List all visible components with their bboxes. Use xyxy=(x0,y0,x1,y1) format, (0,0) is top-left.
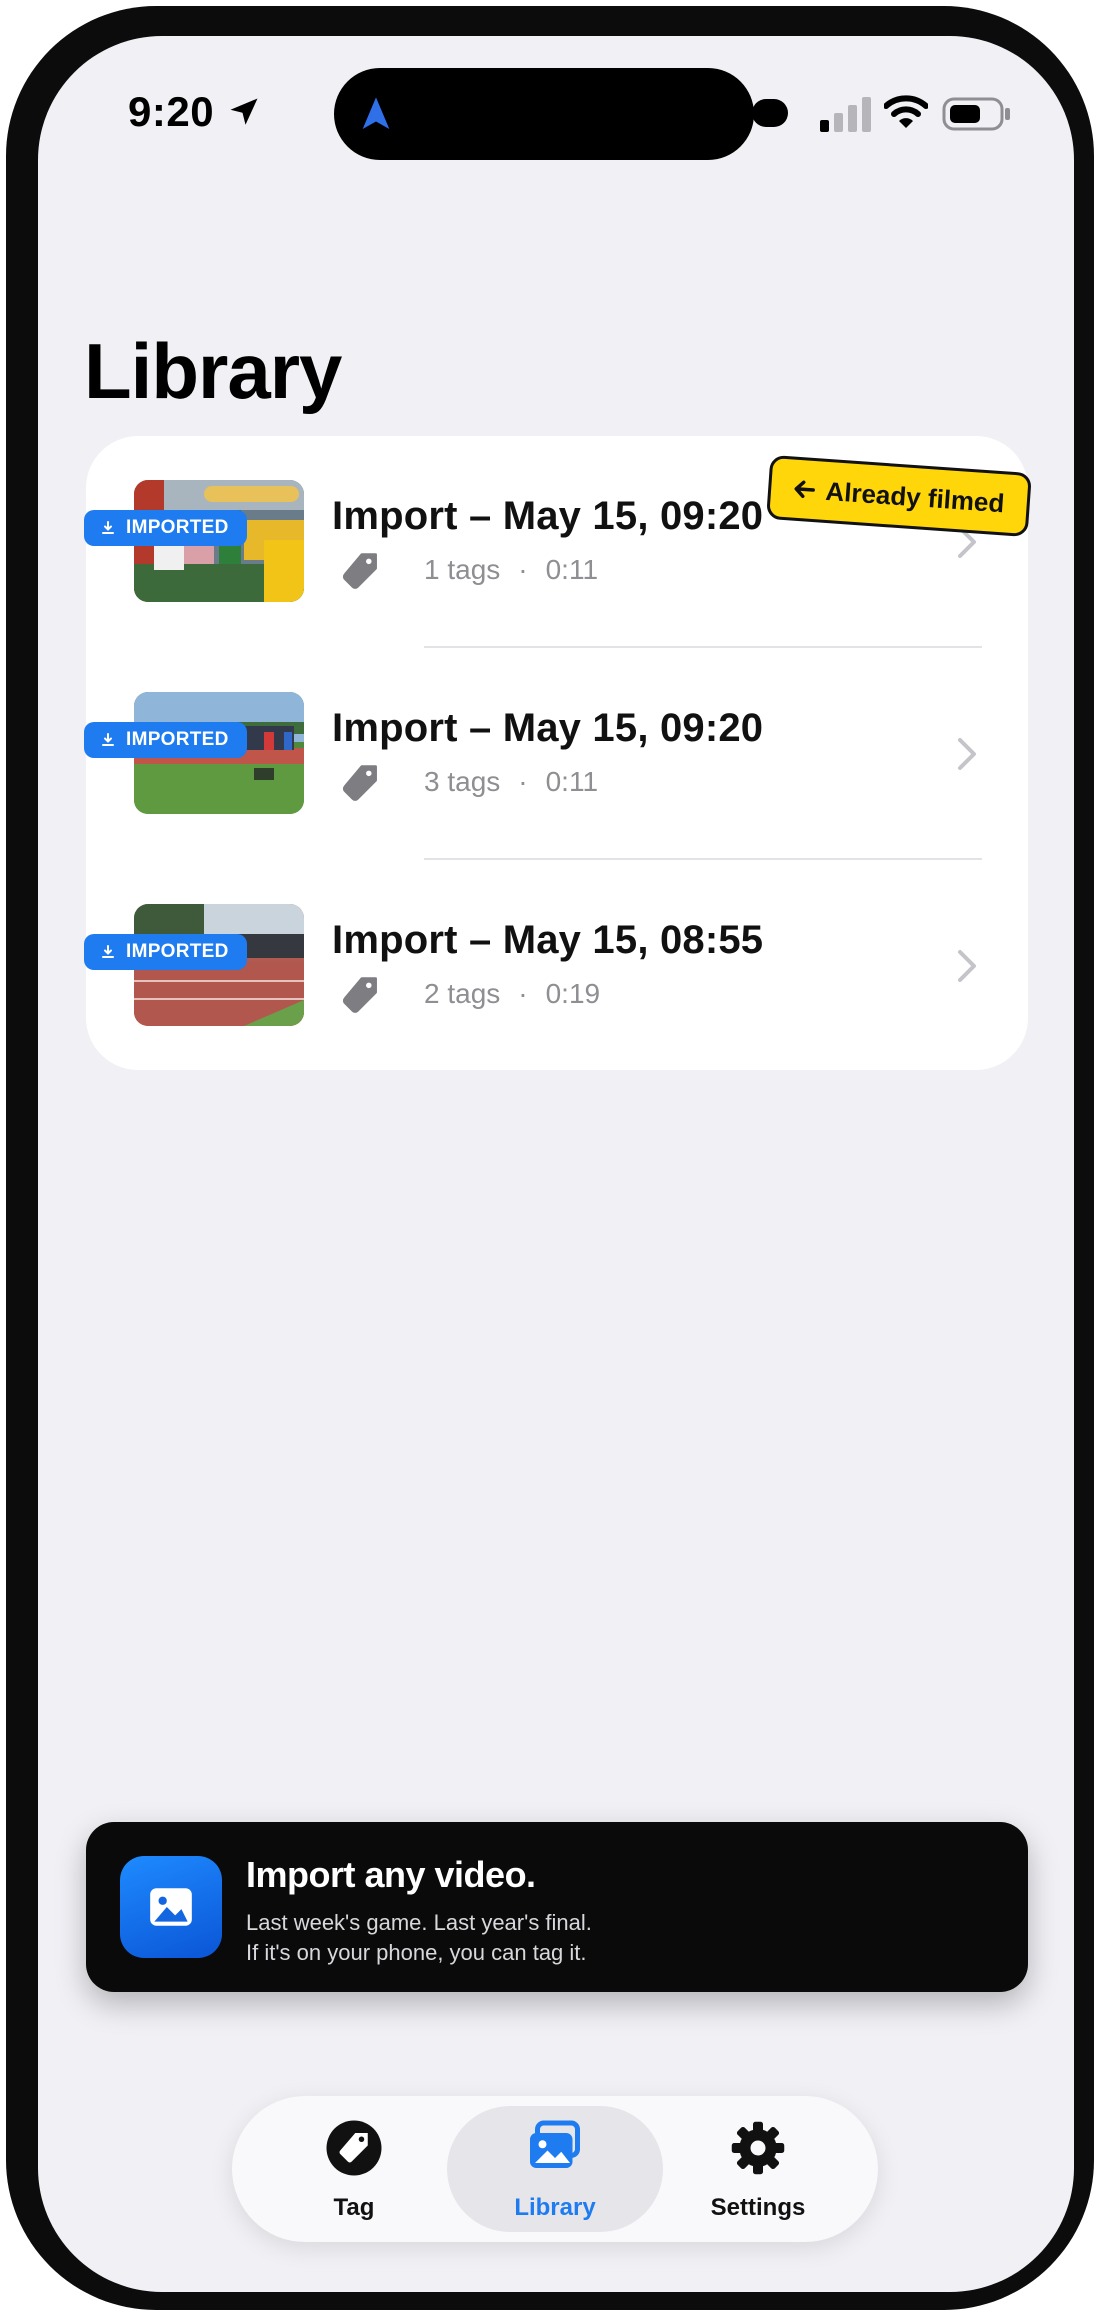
navigation-app-icon xyxy=(362,97,390,129)
tab-library[interactable]: Library xyxy=(447,2106,663,2232)
dynamic-island xyxy=(334,68,754,160)
tag-icon xyxy=(342,765,377,801)
photo-icon xyxy=(150,1888,192,1926)
promo-subtitle: Last week's game. Last year's final. If … xyxy=(246,1908,592,1968)
item-tag-count: 3 tags xyxy=(424,766,501,797)
tab-label: Tag xyxy=(333,2194,375,2221)
tab-settings[interactable]: Settings xyxy=(650,2106,866,2232)
tag-icon xyxy=(326,2120,382,2176)
import-promo-banner[interactable]: Import any video. Last week's game. Last… xyxy=(86,1822,1028,1992)
photos-icon xyxy=(530,2120,580,2168)
item-title: Import – May 15, 09:20 xyxy=(332,706,764,750)
download-icon xyxy=(102,733,114,746)
download-icon xyxy=(102,521,114,534)
promo-line-2: If it's on your phone, you can tag it. xyxy=(246,1940,587,1965)
item-meta: 2 tags · 0:19 xyxy=(424,978,600,1010)
item-duration: 0:11 xyxy=(545,766,599,797)
cellular-signal-icon xyxy=(820,97,871,132)
imported-badge: IMPORTED xyxy=(84,722,247,758)
tab-tag[interactable]: Tag xyxy=(246,2106,462,2232)
battery-icon xyxy=(942,97,1010,131)
wifi-icon xyxy=(884,95,928,128)
item-tag-count: 1 tags xyxy=(424,554,501,585)
sticker-label: Already filmed xyxy=(824,475,1006,518)
item-duration: 0:19 xyxy=(545,978,601,1009)
tab-bar: Tag Library Settings xyxy=(232,2096,878,2242)
item-meta: 1 tags · 0:11 xyxy=(424,554,598,586)
promo-line-1: Last week's game. Last year's final. xyxy=(246,1910,592,1935)
status-time: 9:20 xyxy=(128,88,215,135)
tag-icon xyxy=(342,553,377,589)
imported-badge: IMPORTED xyxy=(84,510,247,546)
dynamic-island-indicator xyxy=(752,99,788,127)
arrow-left-icon xyxy=(794,480,816,499)
item-duration: 0:11 xyxy=(545,554,599,585)
promo-title: Import any video. xyxy=(246,1854,536,1895)
phone-frame: 9:20 Library Import – May 15, 09:20 1 ta… xyxy=(6,6,1094,2310)
download-icon xyxy=(102,945,114,958)
item-title: Import – May 15, 09:20 xyxy=(332,494,764,538)
chevron-right-icon xyxy=(958,950,976,982)
badge-label: IMPORTED xyxy=(126,517,229,538)
badge-label: IMPORTED xyxy=(126,729,229,750)
meta-separator: · xyxy=(518,766,528,797)
import-photo-icon xyxy=(120,1856,222,1958)
meta-separator: · xyxy=(518,978,528,1009)
tab-label: Library xyxy=(514,2194,596,2221)
tab-label: Settings xyxy=(710,2194,806,2221)
item-title: Import – May 15, 08:55 xyxy=(332,918,764,962)
item-tag-count: 2 tags xyxy=(424,978,501,1009)
location-arrow-icon xyxy=(230,98,258,125)
chevron-right-icon xyxy=(958,738,976,770)
gear-icon xyxy=(731,2121,785,2175)
item-meta: 3 tags · 0:11 xyxy=(424,766,598,798)
badge-label: IMPORTED xyxy=(126,941,229,962)
page-title: Library xyxy=(84,327,342,415)
tag-icon xyxy=(342,977,377,1013)
imported-badge: IMPORTED xyxy=(84,934,247,970)
screen: 9:20 Library Import – May 15, 09:20 1 ta… xyxy=(38,36,1074,2292)
meta-separator: · xyxy=(518,554,528,585)
